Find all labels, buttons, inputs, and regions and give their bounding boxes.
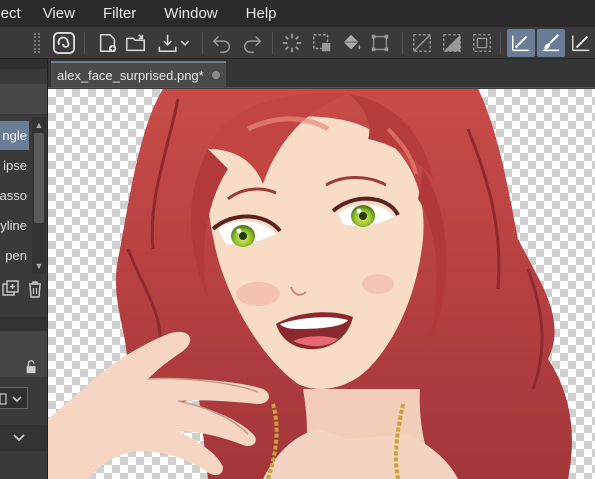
toolbar-separator bbox=[402, 32, 403, 54]
tool-rectangle[interactable]: ngle bbox=[0, 121, 29, 150]
chevron-down-icon[interactable] bbox=[10, 429, 28, 447]
unlock-icon[interactable] bbox=[24, 359, 42, 377]
tool-selection-pen[interactable]: pen bbox=[0, 241, 29, 270]
tool-panel: ngle ipse asso yline pen ▲ ▼ bbox=[0, 59, 48, 479]
new-file-icon[interactable] bbox=[94, 29, 122, 57]
close-tab-icon[interactable] bbox=[212, 71, 220, 79]
frame-icon[interactable] bbox=[468, 29, 496, 57]
toolbar-separator bbox=[500, 32, 501, 54]
scroll-thumb[interactable] bbox=[34, 133, 44, 223]
selection-spinner-icon[interactable] bbox=[278, 29, 306, 57]
duplicate-icon[interactable] bbox=[2, 280, 20, 298]
panel-footer bbox=[0, 455, 47, 479]
document-tab-label: alex_face_surprised.png* bbox=[57, 67, 204, 83]
tool-polyline[interactable]: yline bbox=[0, 211, 29, 240]
save-icon[interactable] bbox=[152, 29, 196, 57]
blend-mode-select[interactable] bbox=[0, 387, 28, 409]
sub-tool-header bbox=[0, 84, 47, 114]
undo-icon[interactable] bbox=[208, 29, 236, 57]
redo-icon[interactable] bbox=[238, 29, 266, 57]
pen-check-icon[interactable] bbox=[507, 29, 535, 57]
app-logo-icon[interactable] bbox=[50, 29, 78, 57]
scroll-down-icon[interactable]: ▼ bbox=[32, 259, 46, 273]
menu-bar: elect View Filter Window Help bbox=[0, 0, 595, 26]
trash-icon[interactable] bbox=[26, 280, 44, 298]
fill-bucket-icon[interactable] bbox=[338, 29, 366, 57]
transform-icon[interactable] bbox=[366, 29, 394, 57]
toolbar-separator bbox=[272, 32, 273, 54]
document-tab-bar: alex_face_surprised.png* bbox=[48, 59, 595, 88]
menu-help[interactable]: Help bbox=[246, 5, 277, 22]
open-folder-icon[interactable] bbox=[122, 29, 150, 57]
panel-divider bbox=[0, 317, 47, 331]
panel-header bbox=[0, 59, 47, 69]
tool-ellipse[interactable]: ipse bbox=[0, 151, 29, 180]
menu-filter[interactable]: Filter bbox=[103, 5, 136, 22]
menu-select[interactable]: elect bbox=[0, 5, 21, 22]
clear-icon[interactable] bbox=[408, 29, 436, 57]
toolbar-grip[interactable] bbox=[34, 33, 40, 53]
scroll-up-icon[interactable]: ▲ bbox=[32, 118, 46, 132]
menu-window[interactable]: Window bbox=[164, 5, 217, 22]
command-toolbar bbox=[0, 26, 595, 59]
drawing-canvas[interactable] bbox=[48, 89, 595, 479]
selection-marquee-icon[interactable] bbox=[308, 29, 336, 57]
document-tab[interactable]: alex_face_surprised.png* bbox=[51, 61, 226, 87]
tool-lasso[interactable]: asso bbox=[0, 181, 29, 210]
invert-icon[interactable] bbox=[438, 29, 466, 57]
character-illustration bbox=[48, 89, 572, 479]
toolbar-separator bbox=[202, 32, 203, 54]
menu-view[interactable]: View bbox=[43, 5, 75, 22]
toolbar-separator bbox=[84, 32, 85, 54]
ruler-pen-icon[interactable] bbox=[567, 29, 595, 57]
brush-icon[interactable] bbox=[537, 29, 565, 57]
